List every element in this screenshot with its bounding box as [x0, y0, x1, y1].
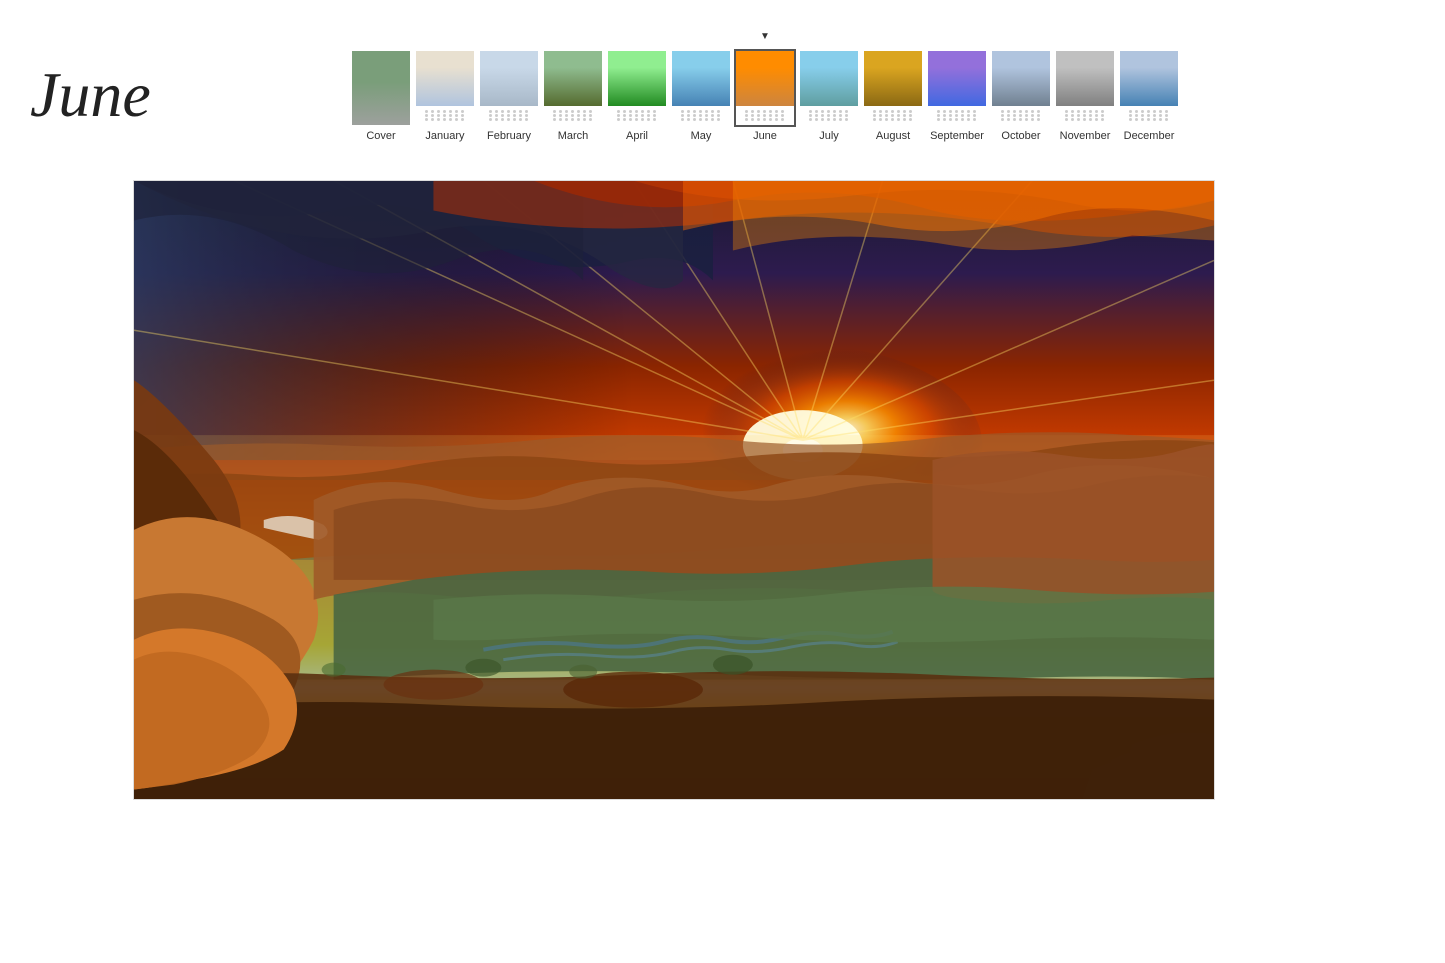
thumbnail-item-april[interactable]: April — [606, 49, 668, 142]
header: June Cover January February March April May Ju… — [0, 0, 1445, 180]
thumbnail-label-september: September — [930, 130, 984, 142]
thumbnail-label-february: February — [487, 130, 531, 142]
thumbnail-label-july: July — [819, 130, 839, 142]
month-title: June — [30, 58, 350, 132]
thumbnail-item-july[interactable]: July — [798, 49, 860, 142]
thumbnail-label-may: May — [691, 130, 712, 142]
thumbnail-strip: Cover January February March April May June Jul… — [350, 49, 1415, 142]
thumbnail-label-january: January — [425, 130, 464, 142]
main-image — [133, 180, 1215, 800]
thumbnail-item-january[interactable]: January — [414, 49, 476, 142]
thumbnail-item-august[interactable]: August — [862, 49, 924, 142]
thumbnail-label-august: August — [876, 130, 910, 142]
thumbnail-label-december: December — [1124, 130, 1175, 142]
thumbnail-label-cover: Cover — [366, 130, 395, 142]
thumbnail-item-march[interactable]: March — [542, 49, 604, 142]
thumbnail-item-june[interactable]: June — [734, 49, 796, 142]
thumbnail-label-october: October — [1001, 130, 1040, 142]
thumbnail-label-march: March — [558, 130, 589, 142]
thumbnail-item-october[interactable]: October — [990, 49, 1052, 142]
thumbnail-item-november[interactable]: November — [1054, 49, 1116, 142]
thumbnail-item-cover[interactable]: Cover — [350, 49, 412, 142]
thumbnail-label-april: April — [626, 130, 648, 142]
thumbnail-item-december[interactable]: December — [1118, 49, 1180, 142]
thumbnail-item-february[interactable]: February — [478, 49, 540, 142]
thumbnail-item-september[interactable]: September — [926, 49, 988, 142]
thumbnail-label-november: November — [1060, 130, 1111, 142]
thumbnail-label-june: June — [753, 130, 777, 142]
thumbnail-item-may[interactable]: May — [670, 49, 732, 142]
